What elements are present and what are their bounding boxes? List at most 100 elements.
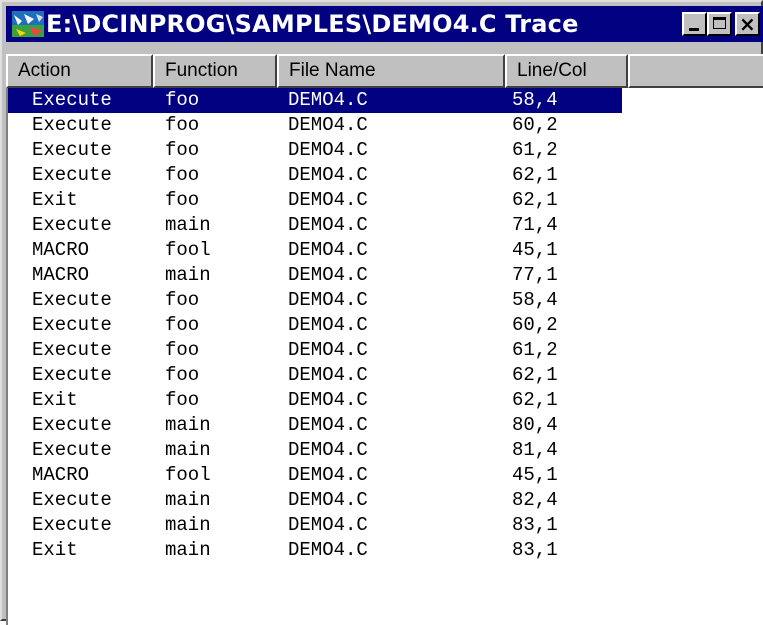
table-row[interactable]: Execute foo DEMO4.C 61,2 xyxy=(8,138,763,163)
cell-file-name: DEMO4.C xyxy=(288,289,368,311)
table-row[interactable]: Execute foo DEMO4.C 58,4 xyxy=(8,88,622,113)
cell-file-name: DEMO4.C xyxy=(288,164,368,186)
table-row[interactable]: Execute foo DEMO4.C 58,4 xyxy=(8,288,763,313)
cell-action: Execute xyxy=(32,139,112,161)
cell-function: main xyxy=(165,264,211,286)
column-header-filler xyxy=(628,54,763,88)
trace-window: E:\DCINPROG\SAMPLES\DEMO4.C Trace × Acti… xyxy=(0,0,763,625)
table-row[interactable]: Execute main DEMO4.C 82,4 xyxy=(8,488,763,513)
cell-function: fool xyxy=(165,239,211,261)
cell-line-col: 60,2 xyxy=(512,314,558,336)
column-header-file-name[interactable]: File Name xyxy=(277,54,505,88)
table-row[interactable]: Execute main DEMO4.C 81,4 xyxy=(8,438,763,463)
maximize-button[interactable] xyxy=(707,12,732,36)
cell-line-col: 81,4 xyxy=(512,439,558,461)
cell-action: Execute xyxy=(32,89,112,111)
cell-file-name: DEMO4.C xyxy=(288,514,368,536)
cell-action: MACRO xyxy=(32,464,90,486)
cell-file-name: DEMO4.C xyxy=(288,339,368,361)
cell-line-col: 80,4 xyxy=(512,414,558,436)
minimize-button[interactable] xyxy=(682,12,707,36)
minimize-icon xyxy=(689,28,699,31)
table-row[interactable]: MACRO fool DEMO4.C 45,1 xyxy=(8,463,763,488)
cell-function: main xyxy=(165,489,211,511)
cell-line-col: 61,2 xyxy=(512,339,558,361)
cell-line-col: 62,1 xyxy=(512,364,558,386)
cell-line-col: 62,1 xyxy=(512,389,558,411)
cell-function: foo xyxy=(165,339,200,361)
table-row[interactable]: Execute main DEMO4.C 83,1 xyxy=(8,513,763,538)
cell-file-name: DEMO4.C xyxy=(288,89,368,111)
cell-line-col: 61,2 xyxy=(512,139,558,161)
table-row[interactable]: Execute foo DEMO4.C 60,2 xyxy=(8,313,763,338)
cell-file-name: DEMO4.C xyxy=(288,114,368,136)
cell-function: main xyxy=(165,414,211,436)
cell-file-name: DEMO4.C xyxy=(288,439,368,461)
table-row[interactable]: Execute foo DEMO4.C 62,1 xyxy=(8,163,763,188)
cell-line-col: 62,1 xyxy=(512,189,558,211)
cell-function: main xyxy=(165,439,211,461)
cell-file-name: DEMO4.C xyxy=(288,314,368,336)
cell-action: Execute xyxy=(32,364,112,386)
cell-line-col: 60,2 xyxy=(512,114,558,136)
cell-action: Execute xyxy=(32,339,112,361)
cell-file-name: DEMO4.C xyxy=(288,139,368,161)
table-row[interactable]: Execute main DEMO4.C 71,4 xyxy=(8,213,763,238)
cell-action: Execute xyxy=(32,414,112,436)
cell-line-col: 71,4 xyxy=(512,214,558,236)
column-header-line-col[interactable]: Line/Col xyxy=(505,54,628,88)
cell-function: foo xyxy=(165,139,200,161)
table-row[interactable]: Exit foo DEMO4.C 62,1 xyxy=(8,388,763,413)
title-bar[interactable]: E:\DCINPROG\SAMPLES\DEMO4.C Trace × xyxy=(6,6,763,42)
table-row[interactable]: MACRO fool DEMO4.C 45,1 xyxy=(8,238,763,263)
cell-function: main xyxy=(165,539,211,561)
cell-file-name: DEMO4.C xyxy=(288,464,368,486)
cell-line-col: 58,4 xyxy=(512,89,558,111)
close-button[interactable]: × xyxy=(735,12,760,36)
maximize-icon xyxy=(713,17,726,29)
cell-file-name: DEMO4.C xyxy=(288,264,368,286)
cell-function: foo xyxy=(165,364,200,386)
cell-action: Exit xyxy=(32,189,78,211)
cell-action: Execute xyxy=(32,214,112,236)
table-row[interactable]: MACRO main DEMO4.C 77,1 xyxy=(8,263,763,288)
cell-line-col: 45,1 xyxy=(512,464,558,486)
cell-action: MACRO xyxy=(32,264,90,286)
close-icon: × xyxy=(739,12,756,36)
cell-function: foo xyxy=(165,314,200,336)
cell-function: foo xyxy=(165,389,200,411)
cell-function: foo xyxy=(165,189,200,211)
cell-function: foo xyxy=(165,89,200,111)
cell-function: main xyxy=(165,514,211,536)
cell-file-name: DEMO4.C xyxy=(288,389,368,411)
table-row[interactable]: Execute foo DEMO4.C 62,1 xyxy=(8,363,763,388)
cell-action: Execute xyxy=(32,514,112,536)
cell-line-col: 77,1 xyxy=(512,264,558,286)
dcinprog-app-icon[interactable] xyxy=(12,11,44,37)
cell-line-col: 83,1 xyxy=(512,514,558,536)
cell-line-col: 82,4 xyxy=(512,489,558,511)
cell-file-name: DEMO4.C xyxy=(288,239,368,261)
table-row[interactable]: Execute main DEMO4.C 80,4 xyxy=(8,413,763,438)
cell-action: MACRO xyxy=(32,239,90,261)
window-title: E:\DCINPROG\SAMPLES\DEMO4.C Trace xyxy=(46,10,579,38)
cell-file-name: DEMO4.C xyxy=(288,414,368,436)
column-header-function[interactable]: Function xyxy=(153,54,277,88)
cell-action: Exit xyxy=(32,389,78,411)
cell-action: Execute xyxy=(32,439,112,461)
table-row[interactable]: Exit main DEMO4.C 83,1 xyxy=(8,538,763,563)
cell-action: Exit xyxy=(32,539,78,561)
column-header-action[interactable]: Action xyxy=(6,54,153,88)
cell-line-col: 45,1 xyxy=(512,239,558,261)
cell-action: Execute xyxy=(32,289,112,311)
cell-line-col: 83,1 xyxy=(512,539,558,561)
table-row[interactable]: Exit foo DEMO4.C 62,1 xyxy=(8,188,763,213)
cell-file-name: DEMO4.C xyxy=(288,189,368,211)
cell-action: Execute xyxy=(32,164,112,186)
cell-action: Execute xyxy=(32,114,112,136)
column-header-row: Action Function File Name Line/Col xyxy=(6,54,763,88)
table-row[interactable]: Execute foo DEMO4.C 60,2 xyxy=(8,113,763,138)
table-row[interactable]: Execute foo DEMO4.C 61,2 xyxy=(8,338,763,363)
cell-file-name: DEMO4.C xyxy=(288,489,368,511)
cell-action: Execute xyxy=(32,314,112,336)
